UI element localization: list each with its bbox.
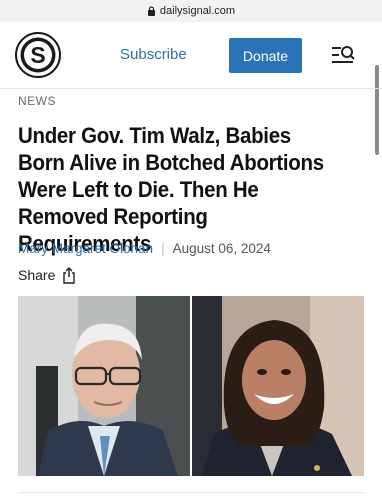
donate-button[interactable]: Donate (229, 38, 302, 73)
menu-search-icon (332, 46, 355, 63)
url-text: dailysignal.com (159, 5, 236, 17)
logo-letter: S (30, 42, 45, 68)
share-button[interactable]: Share (18, 265, 76, 285)
share-icon (63, 266, 76, 284)
article-headline: Under Gov. Tim Walz, Babies Born Alive i… (18, 123, 324, 256)
byline-separator: | (161, 241, 165, 256)
browser-url-bar[interactable]: dailysignal.com (0, 0, 382, 22)
subscribe-link[interactable]: Subscribe (120, 44, 187, 66)
site-logo[interactable]: S (15, 32, 61, 78)
publish-date: August 06, 2024 (172, 241, 271, 256)
header-divider (0, 88, 382, 89)
lead-image-right-portrait (192, 296, 364, 476)
lead-image-left-portrait (18, 296, 190, 476)
byline: Mary Margaret Olohan | August 06, 2024 (18, 241, 271, 256)
menu-search-button[interactable] (330, 44, 356, 66)
content-divider (18, 492, 364, 493)
lock-icon (147, 6, 155, 16)
site-header: S Subscribe Donate (0, 22, 382, 90)
share-label: Share (18, 267, 56, 283)
article-lead-image (18, 296, 364, 476)
scrollbar[interactable] (375, 65, 379, 155)
section-label[interactable]: NEWS (18, 94, 56, 108)
author-link[interactable]: Mary Margaret Olohan (18, 241, 153, 256)
